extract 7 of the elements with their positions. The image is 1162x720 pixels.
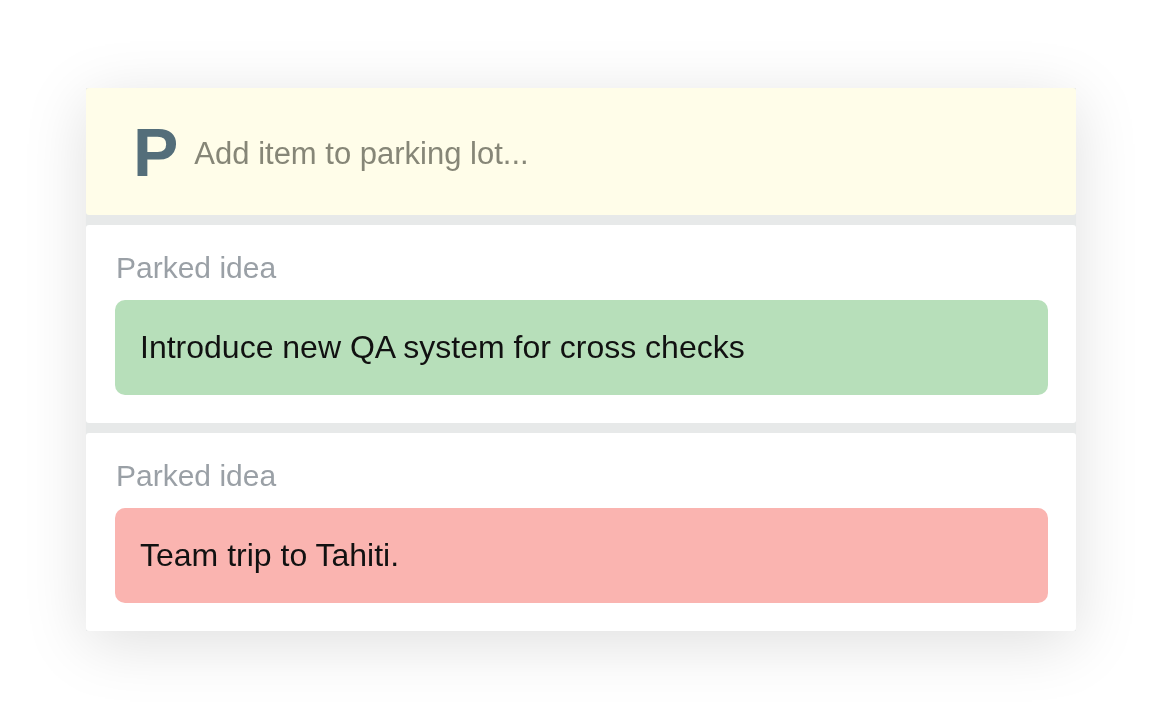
idea-note[interactable]: Introduce new QA system for cross checks [115,300,1048,395]
add-item-field[interactable]: P Add item to parking lot... [86,88,1076,215]
idea-note[interactable]: Team trip to Tahiti. [115,508,1048,603]
add-item-input[interactable]: Add item to parking lot... [194,135,1076,172]
card-label: Parked idea [116,459,277,493]
logo-letter: P [133,116,179,187]
card-label: Parked idea [116,251,277,285]
